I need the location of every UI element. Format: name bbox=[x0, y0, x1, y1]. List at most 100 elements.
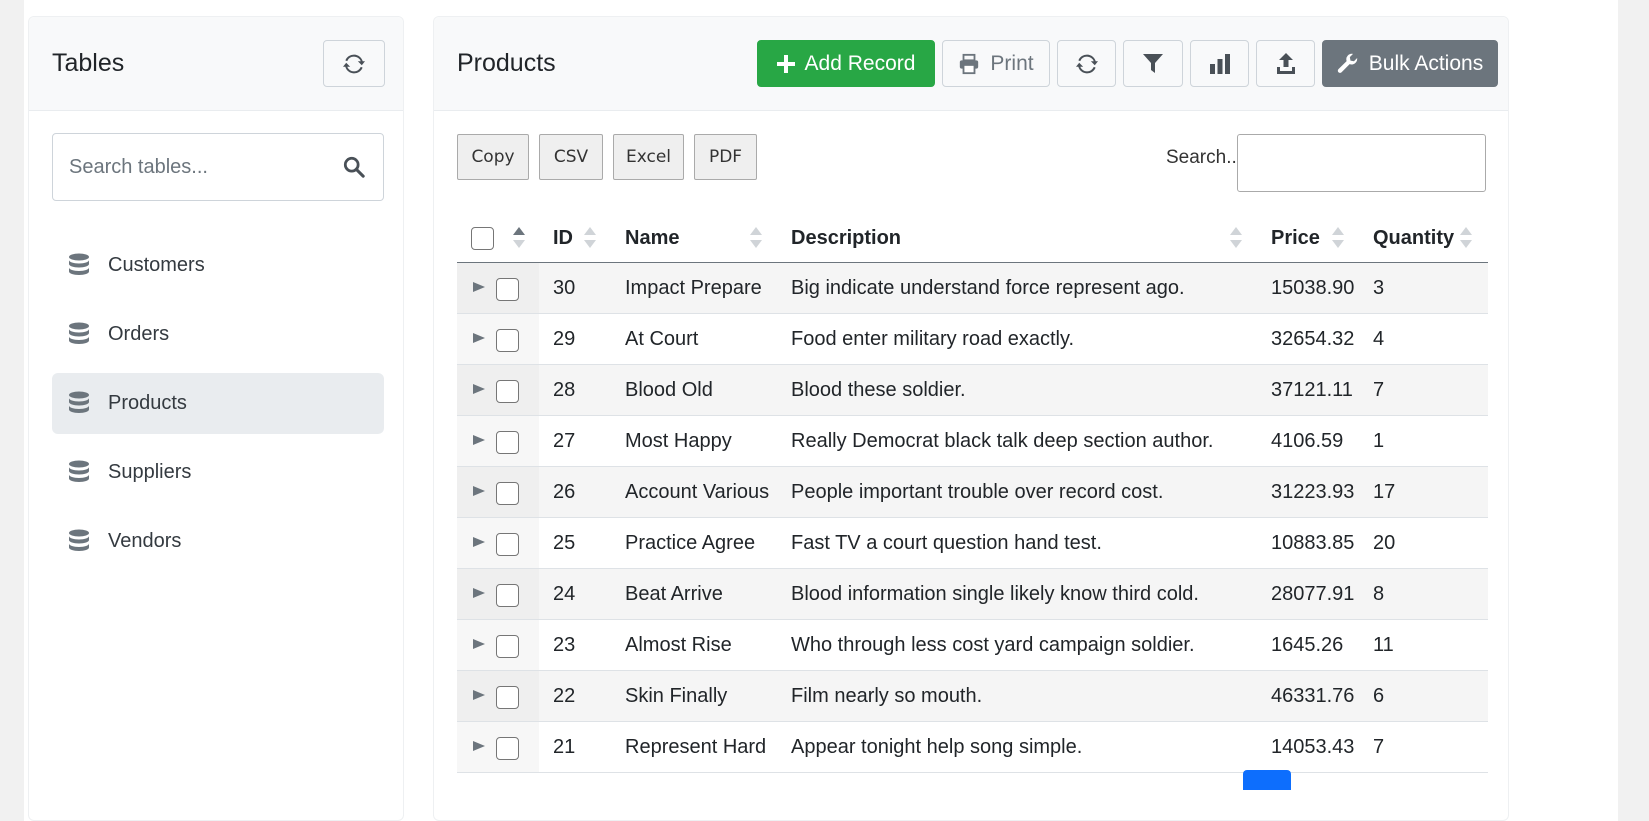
add-record-button[interactable]: Add Record bbox=[757, 40, 935, 87]
cell-id: 27 bbox=[553, 429, 576, 452]
column-header-description[interactable]: Description bbox=[791, 213, 901, 263]
cell-id: 25 bbox=[553, 531, 576, 554]
table-row[interactable]: 23 Almost Rise Who through less cost yard … bbox=[457, 620, 1488, 671]
table-row[interactable]: 25 Practice Agree Fast TV a court question… bbox=[457, 518, 1488, 569]
cell-quantity: 1 bbox=[1373, 429, 1385, 452]
row-checkbox[interactable] bbox=[496, 278, 519, 301]
expand-row-icon[interactable] bbox=[473, 537, 485, 547]
row-checkbox[interactable] bbox=[496, 737, 519, 760]
export-copy-button[interactable]: Copy bbox=[457, 134, 529, 180]
table-row[interactable]: 26 Account Various People important troubl… bbox=[457, 467, 1488, 518]
select-all-checkbox[interactable] bbox=[471, 227, 494, 250]
cell-price: 46331.76 bbox=[1271, 684, 1355, 707]
table-row[interactable]: 24 Beat Arrive Blood information single li… bbox=[457, 569, 1488, 620]
cell-id: 29 bbox=[553, 327, 576, 350]
sidebar-item-suppliers[interactable]: Suppliers bbox=[52, 442, 384, 503]
table-row[interactable]: 27 Most Happy Really Democrat black talk d… bbox=[457, 416, 1488, 467]
column-header-name[interactable]: Name bbox=[625, 213, 679, 263]
export-button[interactable] bbox=[1256, 40, 1315, 87]
table-row[interactable]: 29 At Court Food enter military road exact… bbox=[457, 314, 1488, 365]
row-checkbox[interactable] bbox=[496, 635, 519, 658]
printer-icon bbox=[958, 53, 980, 75]
tables-sidebar: Tables Customers Orders Products Suppliers V… bbox=[28, 16, 404, 821]
sidebar-item-vendors[interactable]: Vendors bbox=[52, 511, 384, 572]
wrench-icon bbox=[1337, 53, 1359, 75]
table-row[interactable]: 30 Impact Prepare Big indicate understand … bbox=[457, 263, 1488, 314]
sidebar-item-label: Vendors bbox=[108, 530, 182, 552]
cell-description: Appear tonight help song simple. bbox=[791, 735, 1083, 758]
expand-row-icon[interactable] bbox=[473, 486, 485, 496]
expand-row-icon[interactable] bbox=[473, 333, 485, 343]
chart-button[interactable] bbox=[1190, 40, 1249, 87]
sidebar-item-products[interactable]: Products bbox=[52, 373, 384, 434]
expand-row-icon[interactable] bbox=[473, 435, 485, 445]
cell-id: 23 bbox=[553, 633, 576, 656]
cell-price: 1645.26 bbox=[1271, 633, 1344, 656]
sort-icon bbox=[1230, 227, 1242, 249]
row-checkbox[interactable] bbox=[496, 584, 519, 607]
cell-name: Beat Arrive bbox=[625, 582, 723, 605]
sidebar-item-label: Orders bbox=[108, 323, 170, 345]
search-tables-input[interactable] bbox=[69, 155, 329, 179]
row-checkbox[interactable] bbox=[496, 533, 519, 556]
cell-quantity: 17 bbox=[1373, 480, 1396, 503]
expand-row-icon[interactable] bbox=[473, 588, 485, 598]
bulk-actions-label: Bulk Actions bbox=[1368, 51, 1484, 75]
row-checkbox[interactable] bbox=[496, 431, 519, 454]
cell-name: Most Happy bbox=[625, 429, 732, 452]
search-icon[interactable] bbox=[343, 156, 365, 183]
cell-name: Impact Prepare bbox=[625, 276, 762, 299]
products-panel: Products Add Record Print Bulk Actions C… bbox=[433, 16, 1509, 821]
cell-name: Skin Finally bbox=[625, 684, 728, 707]
column-header-price[interactable]: Price bbox=[1271, 213, 1320, 263]
sidebar-item-label: Suppliers bbox=[108, 461, 192, 483]
expand-row-icon[interactable] bbox=[473, 384, 485, 394]
panel-header: Products Add Record Print Bulk Actions bbox=[434, 17, 1508, 111]
row-checkbox[interactable] bbox=[496, 380, 519, 403]
sort-toggle-select-column[interactable] bbox=[513, 227, 525, 249]
table-row[interactable]: 22 Skin Finally Film nearly so mouth. 46331… bbox=[457, 671, 1488, 722]
row-checkbox[interactable] bbox=[496, 686, 519, 709]
cell-quantity: 20 bbox=[1373, 531, 1396, 554]
column-header-id[interactable]: ID bbox=[553, 213, 573, 263]
cell-description: Fast TV a court question hand test. bbox=[791, 531, 1102, 554]
row-checkbox[interactable] bbox=[496, 329, 519, 352]
table-search-input[interactable] bbox=[1237, 134, 1486, 192]
sidebar-item-label: Customers bbox=[108, 254, 205, 276]
cell-name: Account Various bbox=[625, 480, 770, 503]
cell-description: Blood information single likely know thi… bbox=[791, 582, 1199, 605]
search-tables-field[interactable] bbox=[52, 133, 384, 201]
expand-row-icon[interactable] bbox=[473, 282, 485, 292]
refresh-button[interactable] bbox=[1057, 40, 1116, 87]
expand-row-icon[interactable] bbox=[473, 741, 485, 751]
bar-chart-icon bbox=[1209, 53, 1231, 74]
row-checkbox[interactable] bbox=[496, 482, 519, 505]
cell-price: 14053.43 bbox=[1271, 735, 1355, 758]
print-button[interactable]: Print bbox=[942, 40, 1050, 87]
upload-icon bbox=[1276, 52, 1296, 75]
table-row[interactable]: 28 Blood Old Blood these soldier. 37121.11 7 bbox=[457, 365, 1488, 416]
table-row[interactable]: 21 Represent Hard Appear tonight help song… bbox=[457, 722, 1488, 773]
database-icon bbox=[68, 391, 90, 417]
column-header-quantity[interactable]: Quantity bbox=[1373, 213, 1454, 263]
database-icon bbox=[68, 253, 90, 279]
cell-description: Film nearly so mouth. bbox=[791, 684, 983, 707]
cell-quantity: 11 bbox=[1373, 633, 1394, 656]
cell-description: Really Democrat black talk deep section … bbox=[791, 429, 1214, 452]
export-csv-button[interactable]: CSV bbox=[539, 134, 603, 180]
sort-icon bbox=[750, 227, 762, 249]
sidebar-item-customers[interactable]: Customers bbox=[52, 235, 384, 296]
export-excel-button[interactable]: Excel bbox=[613, 134, 684, 180]
bulk-actions-button[interactable]: Bulk Actions bbox=[1322, 40, 1498, 87]
expand-row-icon[interactable] bbox=[473, 639, 485, 649]
export-pdf-button[interactable]: PDF bbox=[694, 134, 757, 180]
table-body: 30 Impact Prepare Big indicate understand … bbox=[457, 263, 1488, 773]
expand-row-icon[interactable] bbox=[473, 690, 485, 700]
pagination-current-page[interactable] bbox=[1243, 770, 1291, 790]
cell-price: 10883.85 bbox=[1271, 531, 1355, 554]
refresh-tables-button[interactable] bbox=[323, 40, 385, 87]
sidebar-item-orders[interactable]: Orders bbox=[52, 304, 384, 365]
refresh-icon bbox=[343, 53, 365, 75]
plus-icon bbox=[776, 54, 795, 73]
filter-button[interactable] bbox=[1123, 40, 1183, 87]
